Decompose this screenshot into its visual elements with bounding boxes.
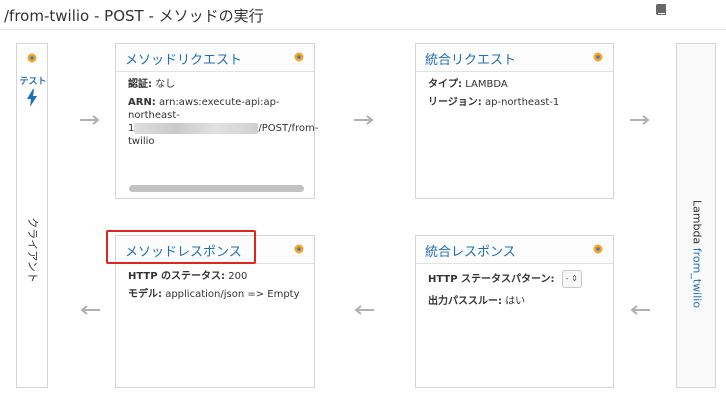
integration-response-link[interactable]: 統合レスポンス (425, 241, 516, 260)
integration-response-body: HTTP ステータスパターン: - ⇕ 出力パススルー: はい (428, 270, 605, 311)
integration-request-link[interactable]: 統合リクエスト (425, 49, 516, 68)
integration-request-body: タイプ: LAMBDA リージョン: ap-northeast-1 (428, 78, 605, 112)
test-link[interactable]: テスト (19, 74, 47, 87)
method-request-body: 認証: なし ARN: arn:aws:execute-api:ap- nort… (128, 78, 318, 151)
region-label: リージョン: (428, 97, 482, 108)
method-request-link[interactable]: メソッドリクエスト (125, 49, 242, 68)
auth-label: 認証: (128, 79, 152, 90)
status-dot-icon (27, 53, 37, 63)
status-dot-icon (593, 244, 603, 254)
arrow-left-icon (630, 305, 650, 315)
method-response-body: HTTP のステータス: 200 モデル: application/json =… (128, 270, 306, 304)
arn-line-2: northeast- (128, 110, 180, 121)
panel-header: 統合レスポンス (416, 236, 613, 264)
type-label: タイプ: (428, 79, 462, 90)
panel-header: メソッドリクエスト (116, 44, 314, 72)
arn-label: ARN: (128, 97, 156, 108)
status-dot-icon (294, 244, 304, 254)
book-icon[interactable] (654, 3, 668, 17)
pattern-value: - (565, 274, 569, 283)
region-value: ap-northeast-1 (485, 97, 560, 108)
pattern-select[interactable]: - ⇕ (561, 270, 582, 288)
integration-request-panel: 統合リクエスト タイプ: LAMBDA リージョン: ap-northeast-… (415, 43, 614, 199)
arrow-right-icon (80, 115, 100, 125)
client-panel: テスト クライアント (16, 43, 48, 388)
arrow-right-icon (354, 115, 374, 125)
page-title: /from-twilio - POST - メソッドの実行 (4, 7, 264, 25)
status-dot-icon (593, 52, 603, 62)
model-value: application/json => Empty (165, 289, 300, 300)
panel-header: 統合リクエスト (416, 44, 613, 72)
model-label: モデル: (128, 289, 162, 300)
highlight-box (106, 230, 256, 264)
arn-line-4: twilio (128, 136, 155, 147)
lambda-function-link[interactable]: from_twilio (691, 248, 704, 308)
arrow-left-icon (80, 305, 100, 315)
lambda-panel: Lambda from_twilio (676, 43, 716, 388)
arn-line-3-suffix: /POST/from- (258, 123, 319, 134)
auth-value: なし (155, 79, 176, 90)
status-value: 200 (228, 271, 248, 282)
redacted-account-id (134, 122, 259, 134)
pattern-label: HTTP ステータスパターン: (428, 274, 555, 285)
type-value: LAMBDA (465, 79, 508, 90)
status-label: HTTP のステータス: (128, 271, 226, 282)
title-divider (0, 29, 726, 30)
horizontal-scrollbar[interactable] (129, 185, 304, 192)
client-label: クライアント (26, 217, 39, 283)
lambda-label: Lambda from_twilio (691, 200, 704, 308)
status-dot-icon (294, 52, 304, 62)
arrow-left-icon (354, 305, 374, 315)
passthrough-label: 出力パススルー: (428, 296, 502, 307)
integration-response-panel: 統合レスポンス HTTP ステータスパターン: - ⇕ 出力パススルー: はい (415, 235, 614, 388)
arrow-right-icon (630, 115, 650, 125)
arn-line-1: arn:aws:execute-api:ap- (159, 97, 280, 108)
method-request-panel: メソッドリクエスト 認証: なし ARN: arn:aws:execute-ap… (115, 43, 318, 199)
lambda-type: Lambda (690, 199, 704, 245)
lightning-bolt-icon[interactable] (26, 89, 38, 107)
passthrough-value: はい (505, 296, 526, 307)
